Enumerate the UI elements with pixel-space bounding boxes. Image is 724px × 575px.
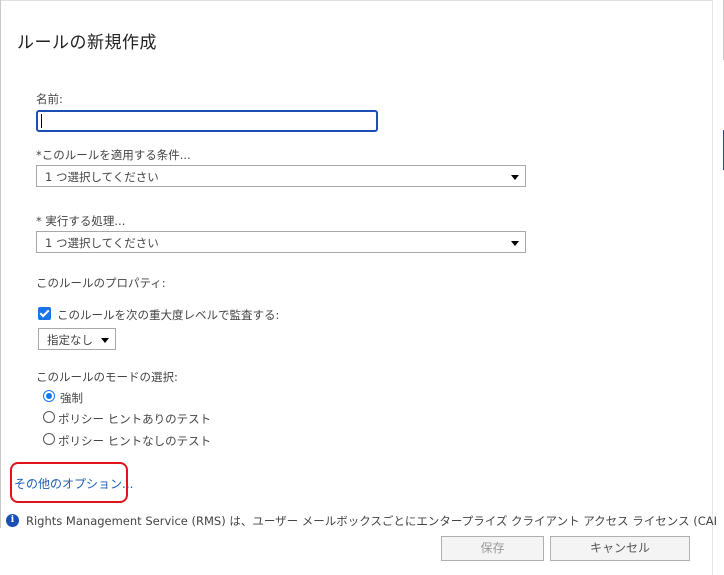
- mode-radio-enforce-label: 強制: [60, 391, 83, 405]
- severity-select-value: 指定なし: [47, 333, 93, 347]
- info-icon: i: [6, 514, 19, 527]
- dialog-title: ルールの新規作成: [17, 33, 157, 53]
- window-top-border: [0, 0, 724, 1]
- window-left-border: [0, 0, 1, 575]
- action-label: * 実行する処理...: [36, 214, 126, 228]
- name-label: 名前:: [36, 92, 63, 106]
- condition-select-value: 1 つ選択してください: [45, 170, 159, 184]
- action-select[interactable]: 1 つ選択してください: [36, 231, 526, 253]
- more-options-link[interactable]: その他のオプション...: [14, 475, 133, 492]
- name-input[interactable]: [36, 110, 378, 132]
- condition-select[interactable]: 1 つ選択してください: [36, 165, 526, 187]
- rms-info-text: Rights Management Service (RMS) は、ユーザー メ…: [26, 514, 716, 528]
- mode-radio-test-with-tips[interactable]: [43, 411, 55, 423]
- condition-label: *このルールを適用する条件...: [36, 148, 191, 162]
- chevron-down-icon: [511, 175, 519, 180]
- mode-radio-enforce[interactable]: [43, 390, 55, 402]
- cancel-button[interactable]: キャンセル: [550, 536, 690, 561]
- chevron-down-icon: [511, 241, 519, 246]
- properties-label: このルールのプロパティ:: [36, 276, 166, 290]
- severity-select[interactable]: 指定なし: [38, 328, 116, 350]
- save-button[interactable]: 保存: [441, 536, 544, 561]
- mode-label: このルールのモードの選択:: [36, 370, 178, 384]
- action-select-value: 1 つ選択してください: [45, 236, 159, 250]
- scrollbar[interactable]: [712, 0, 724, 575]
- mode-radio-test-without-tips[interactable]: [43, 433, 55, 445]
- mode-radio-test-without-tips-label: ポリシー ヒントなしのテスト: [58, 434, 212, 448]
- text-cursor: [41, 114, 42, 128]
- chevron-down-icon: [101, 338, 109, 343]
- mode-radio-test-with-tips-label: ポリシー ヒントありのテスト: [58, 412, 212, 426]
- audit-checkbox-label: このルールを次の重大度レベルで監査する:: [57, 308, 280, 322]
- audit-checkbox[interactable]: [38, 307, 51, 320]
